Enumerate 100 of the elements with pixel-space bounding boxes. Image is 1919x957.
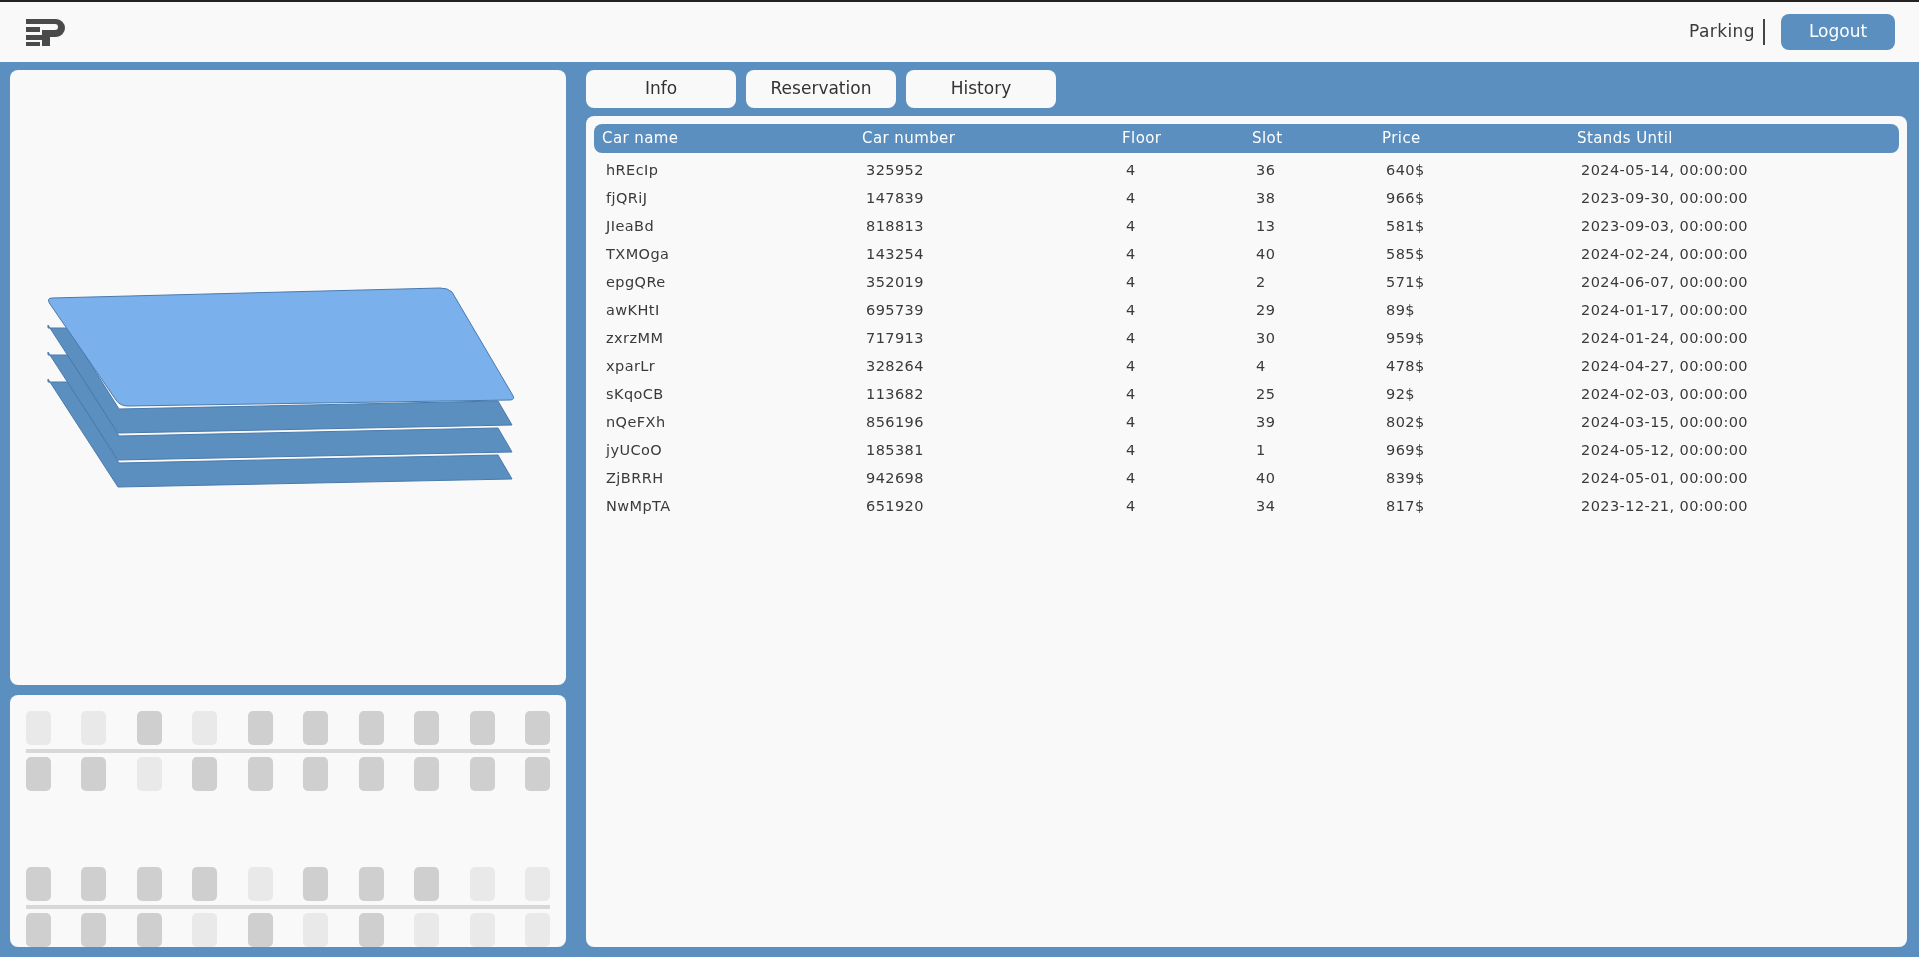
parking-slot[interactable]	[303, 757, 329, 791]
floor-layer[interactable]	[47, 287, 515, 406]
parking-slot[interactable]	[247, 711, 273, 745]
parking-slot[interactable]	[358, 867, 384, 901]
table-cell-text: 2024-02-24, 00:00:00	[1581, 245, 1749, 265]
table-cell-text: 478$	[1386, 357, 1426, 377]
parking-slot[interactable]	[192, 867, 218, 901]
table-cell-text: hREcIp	[606, 161, 660, 181]
table-cell-text: 651920	[866, 497, 925, 517]
table-cell-text: 2023-09-30, 00:00:00	[1581, 189, 1749, 209]
parking-slot[interactable]	[524, 711, 550, 745]
table-cell-text: xparLr	[606, 357, 657, 377]
table-cell-text: 4	[1126, 273, 1137, 293]
parking-slot[interactable]	[414, 711, 440, 745]
parking-slot[interactable]	[469, 757, 495, 791]
table-cell-text: 13	[1256, 217, 1277, 237]
parking-slot[interactable]	[358, 757, 384, 791]
table-cell-text: 817$	[1386, 497, 1426, 517]
table-cell-text: 325952	[866, 161, 925, 181]
table-cell-text: awKHtI	[606, 301, 661, 321]
parking-slot[interactable]	[26, 867, 51, 901]
table-cell-text: 2024-01-17, 00:00:00	[1581, 301, 1749, 321]
table-cell-text: 942698	[866, 469, 925, 489]
table-cell-text: 818813	[866, 217, 925, 237]
floor-layer[interactable]	[47, 351, 513, 460]
parking-slot[interactable]	[136, 711, 162, 745]
parking-slot[interactable]	[136, 913, 162, 947]
floor-layer[interactable]	[47, 378, 513, 487]
table-cell-text: NwMpTA	[606, 497, 672, 517]
table-cell-text: 30	[1256, 329, 1277, 349]
parking-slot[interactable]	[303, 711, 329, 745]
table-cell-text: zxrzMM	[606, 329, 665, 349]
parking-slot[interactable]	[26, 757, 51, 791]
table-cell-text: 147839	[866, 189, 925, 209]
table-cell-text: 2023-09-03, 00:00:00	[1581, 217, 1749, 237]
table-cell-text: 40	[1256, 245, 1277, 265]
parking-slot[interactable]	[414, 867, 440, 901]
table-cell-text: 2024-05-01, 00:00:00	[1581, 469, 1749, 489]
parking-slot[interactable]	[414, 913, 440, 947]
table-cell-text: 4	[1126, 441, 1137, 461]
parking-slot[interactable]	[524, 757, 550, 791]
table-cell-text: 4	[1126, 301, 1137, 321]
table-cell-text: 1	[1256, 441, 1267, 461]
floor-layer[interactable]	[47, 324, 513, 433]
tab[interactable]: Reservation	[746, 70, 896, 108]
table-cell-text: 40	[1256, 469, 1277, 489]
parking-slot[interactable]	[469, 711, 495, 745]
table-cell-text: 4	[1126, 357, 1137, 377]
parking-slot[interactable]	[303, 913, 329, 947]
column-header: Slot	[1252, 128, 1284, 150]
column-header: Floor	[1122, 128, 1163, 150]
table-cell-text: jyUCoO	[606, 441, 664, 461]
parking-slot[interactable]	[192, 913, 218, 947]
table-cell-text: 4	[1126, 245, 1137, 265]
table-cell-text: 717913	[866, 329, 925, 349]
table-cell-text: 38	[1256, 189, 1277, 209]
column-header: Stands Until	[1577, 128, 1674, 150]
table-cell-text: 2024-05-12, 00:00:00	[1581, 441, 1749, 461]
table-cell-text: 959$	[1386, 329, 1426, 349]
table-cell-text: 969$	[1386, 441, 1426, 461]
table-cell-text: 2024-06-07, 00:00:00	[1581, 273, 1749, 293]
table-cell-text: 2024-01-24, 00:00:00	[1581, 329, 1749, 349]
parking-slot[interactable]	[81, 867, 107, 901]
table-cell-text: 2	[1256, 273, 1267, 293]
table-cell-text: 36	[1256, 161, 1277, 181]
table-cell-text: 571$	[1386, 273, 1426, 293]
tab[interactable]: Info	[586, 70, 736, 108]
table-cell-text: sKqoCB	[606, 385, 665, 405]
parking-slot[interactable]	[192, 757, 218, 791]
column-header: Price	[1382, 128, 1422, 150]
table-cell-text: 2024-03-15, 00:00:00	[1581, 413, 1749, 433]
tab[interactable]: History	[906, 70, 1056, 108]
parking-slot[interactable]	[469, 913, 495, 947]
parking-slot[interactable]	[524, 913, 550, 947]
table-cell-text: 966$	[1386, 189, 1426, 209]
table-cell-text: 585$	[1386, 245, 1426, 265]
parking-slot[interactable]	[414, 757, 440, 791]
table-cell-text: 4	[1126, 161, 1137, 181]
column-header: Car number	[862, 128, 957, 150]
parking-slot[interactable]	[26, 913, 51, 947]
table-cell-text: 695739	[866, 301, 925, 321]
table-cell-text: 4	[1126, 329, 1137, 349]
parking-slot[interactable]	[247, 757, 273, 791]
table-cell-text: 4	[1126, 217, 1137, 237]
parking-slot[interactable]	[81, 757, 107, 791]
table-cell-text: 29	[1256, 301, 1277, 321]
table-cell-text: 4	[1126, 385, 1137, 405]
table-cell-text: fjQRiJ	[606, 189, 649, 209]
table-cell-text: 143254	[866, 245, 925, 265]
parking-slot[interactable]	[358, 711, 384, 745]
table-cell-text: 89$	[1386, 301, 1416, 321]
parking-slot[interactable]	[136, 867, 162, 901]
table-cell-text: 4	[1126, 189, 1137, 209]
table-cell-text: 92$	[1386, 385, 1416, 405]
parking-slot[interactable]	[247, 913, 273, 947]
parking-slot[interactable]	[81, 913, 107, 947]
parking-slot[interactable]	[358, 913, 384, 947]
table-cell-text: 39	[1256, 413, 1277, 433]
parking-slot[interactable]	[303, 867, 329, 901]
table-cell-text: 25	[1256, 385, 1277, 405]
